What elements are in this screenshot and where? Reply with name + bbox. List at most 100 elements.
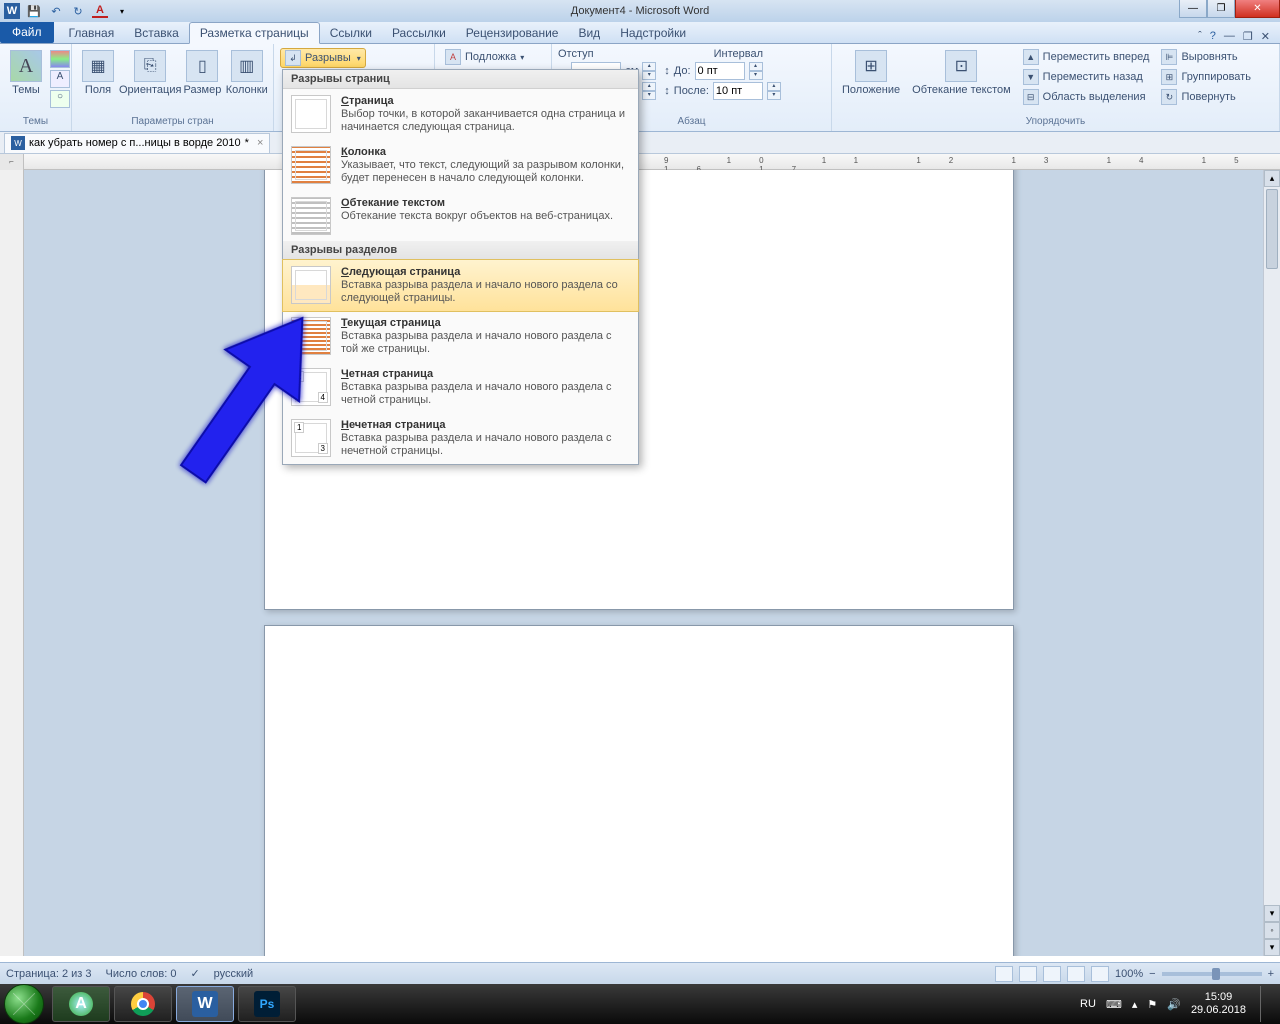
- group-button[interactable]: ⊞Группировать: [1157, 68, 1255, 86]
- page-container[interactable]: [24, 170, 1263, 956]
- taskbar-app-1[interactable]: A: [52, 986, 110, 1022]
- size-button[interactable]: ▯Размер: [182, 48, 222, 98]
- doc-min-icon[interactable]: —: [1224, 30, 1235, 43]
- ribbon-tabs: Файл Главная Вставка Разметка страницы С…: [0, 22, 1280, 44]
- status-page[interactable]: Страница: 2 из 3: [6, 968, 92, 980]
- position-button[interactable]: ⊞Положение: [838, 48, 904, 98]
- tab-home[interactable]: Главная: [59, 23, 125, 43]
- doc-max-icon[interactable]: ❐: [1243, 30, 1253, 43]
- word-icon: W: [4, 3, 20, 19]
- vertical-ruler[interactable]: [0, 170, 24, 956]
- tray-volume-icon[interactable]: 🔊: [1167, 998, 1181, 1011]
- undo-icon[interactable]: ↶: [48, 3, 64, 19]
- orientation-button[interactable]: ⎘Ориентация: [122, 48, 178, 98]
- app-icon: A: [69, 992, 93, 1016]
- taskbar-photoshop[interactable]: Ps: [238, 986, 296, 1022]
- dd-item-odd-page[interactable]: 13 Нечетная страницаВставка разрыва разд…: [283, 413, 638, 464]
- columns-button[interactable]: ▥Колонки: [226, 48, 267, 98]
- font-color-icon[interactable]: A: [92, 4, 108, 18]
- document-tab[interactable]: W как убрать номер с п...ницы в ворде 20…: [4, 133, 270, 153]
- themes-button[interactable]: A Темы: [6, 48, 46, 98]
- minimize-button[interactable]: —: [1179, 0, 1207, 18]
- maximize-button[interactable]: ❐: [1207, 0, 1235, 18]
- vertical-scrollbar[interactable]: ▴ ▾ ◦ ▾: [1263, 170, 1280, 956]
- rotate-button[interactable]: ↻Повернуть: [1157, 88, 1255, 106]
- tab-page-layout[interactable]: Разметка страницы: [189, 22, 320, 44]
- redo-icon[interactable]: ↻: [70, 3, 86, 19]
- tab-insert[interactable]: Вставка: [124, 23, 189, 43]
- tray-keyboard-icon[interactable]: ⌨: [1106, 998, 1122, 1011]
- view-draft[interactable]: [1091, 966, 1109, 982]
- dd-item-column[interactable]: КолонкаУказывает, что текст, следующий з…: [283, 140, 638, 191]
- column-break-icon: [291, 146, 331, 184]
- spacing-after-field[interactable]: ↕ После: ▴▾: [664, 82, 781, 100]
- close-button[interactable]: ✕: [1235, 0, 1280, 18]
- view-print-layout[interactable]: [995, 966, 1013, 982]
- show-desktop-button[interactable]: [1260, 986, 1270, 1022]
- bring-forward-icon: ▲: [1023, 49, 1039, 65]
- zoom-slider[interactable]: [1162, 972, 1262, 976]
- send-backward-icon: ▼: [1023, 69, 1039, 85]
- ruler-corner[interactable]: ⌐: [0, 154, 24, 170]
- zoom-out-icon[interactable]: −: [1149, 968, 1155, 980]
- tray-chevron-icon[interactable]: ▴: [1132, 998, 1138, 1011]
- wrap-button[interactable]: ⊡Обтекание текстом: [908, 48, 1015, 98]
- margins-button[interactable]: ▦Поля: [78, 48, 118, 98]
- tray-lang[interactable]: RU: [1080, 998, 1096, 1010]
- ribbon-help-area: ˆ ? — ❐ ✕: [1198, 30, 1280, 43]
- status-words[interactable]: Число слов: 0: [106, 968, 177, 980]
- group-themes: A Темы A ○ Темы: [0, 44, 72, 131]
- qat-dropdown-icon[interactable]: ▾: [114, 3, 130, 19]
- dd-item-next-page[interactable]: Следующая страницаВставка разрыва раздел…: [282, 259, 639, 312]
- status-proofing-icon[interactable]: ✓: [190, 967, 199, 980]
- breaks-button[interactable]: ↲Разрывы▾: [280, 48, 366, 68]
- tray-flag-icon[interactable]: ⚑: [1147, 998, 1157, 1011]
- view-outline[interactable]: [1067, 966, 1085, 982]
- spacing-before-field[interactable]: ↕ До: ▴▾: [664, 62, 762, 80]
- dd-item-continuous[interactable]: Текущая страницаВставка разрыва раздела …: [283, 311, 638, 362]
- theme-colors-icon[interactable]: [50, 50, 70, 68]
- close-doc-icon[interactable]: ×: [253, 137, 263, 149]
- document-page-2[interactable]: [264, 625, 1014, 956]
- dd-item-text-wrap[interactable]: Обтекание текстомОбтекание текста вокруг…: [283, 191, 638, 241]
- save-icon[interactable]: 💾: [26, 3, 42, 19]
- zoom-in-icon[interactable]: +: [1268, 968, 1274, 980]
- tab-mailings[interactable]: Рассылки: [382, 23, 456, 43]
- start-button[interactable]: [4, 984, 44, 1024]
- tab-view[interactable]: Вид: [568, 23, 610, 43]
- doc-close-icon[interactable]: ✕: [1261, 30, 1270, 43]
- scroll-up-icon[interactable]: ▴: [1264, 170, 1280, 187]
- taskbar-word[interactable]: W: [176, 986, 234, 1022]
- send-backward-button[interactable]: ▼Переместить назад: [1019, 68, 1154, 86]
- watermark-icon: A: [445, 49, 461, 65]
- status-bar: Страница: 2 из 3 Число слов: 0 ✓ русский…: [0, 962, 1280, 984]
- file-tab[interactable]: Файл: [0, 21, 54, 43]
- align-button[interactable]: ⊫Выровнять: [1157, 48, 1255, 66]
- tray-clock[interactable]: 15:09 29.06.2018: [1191, 991, 1246, 1017]
- zoom-percent[interactable]: 100%: [1115, 968, 1143, 980]
- selection-pane-button[interactable]: ⊟Область выделения: [1019, 88, 1154, 106]
- bring-forward-button[interactable]: ▲Переместить вперед: [1019, 48, 1154, 66]
- tab-addins[interactable]: Надстройки: [610, 23, 696, 43]
- next-page-icon[interactable]: ▾: [1264, 939, 1280, 956]
- dd-item-page[interactable]: СтраницаВыбор точки, в которой заканчива…: [283, 89, 638, 140]
- taskbar-chrome[interactable]: [114, 986, 172, 1022]
- next-page-section-icon: [291, 266, 331, 304]
- tab-references[interactable]: Ссылки: [320, 23, 382, 43]
- chrome-icon: [131, 992, 155, 1016]
- view-full-screen[interactable]: [1019, 966, 1037, 982]
- theme-fonts-icon[interactable]: A: [50, 70, 70, 88]
- watermark-button[interactable]: AПодложка▾: [441, 48, 528, 66]
- page-break-icon: [291, 95, 331, 133]
- dd-item-even-page[interactable]: 24 Четная страницаВставка разрыва раздел…: [283, 362, 638, 413]
- theme-effects-icon[interactable]: ○: [50, 90, 70, 108]
- prev-page-icon[interactable]: ◦: [1264, 922, 1280, 939]
- horizontal-ruler[interactable]: ⌐ 9 10 11 12 13 14 15 16 17: [0, 154, 1280, 170]
- scroll-down-icon[interactable]: ▾: [1264, 905, 1280, 922]
- status-language[interactable]: русский: [214, 968, 253, 980]
- view-web-layout[interactable]: [1043, 966, 1061, 982]
- tab-review[interactable]: Рецензирование: [456, 23, 569, 43]
- minimize-ribbon-icon[interactable]: ˆ: [1198, 30, 1202, 43]
- help-icon[interactable]: ?: [1210, 30, 1216, 43]
- scroll-thumb[interactable]: [1266, 189, 1278, 269]
